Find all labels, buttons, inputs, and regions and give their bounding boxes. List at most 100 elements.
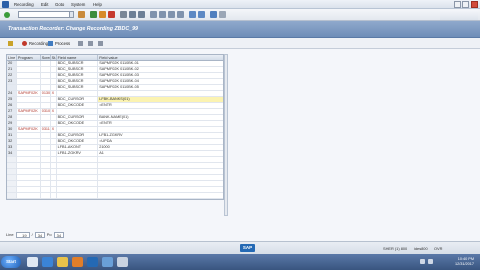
cell-program[interactable]: [17, 145, 41, 150]
cell-program[interactable]: [17, 73, 41, 78]
menu-recording[interactable]: Recording: [14, 2, 34, 7]
cell-line[interactable]: 23: [7, 79, 17, 84]
cell-screen[interactable]: 0311: [41, 127, 51, 132]
command-field[interactable]: [18, 11, 70, 18]
cell-screen[interactable]: [41, 139, 51, 144]
copy-button[interactable]: [88, 40, 93, 47]
cell-program[interactable]: SAPMF02K: [17, 91, 41, 96]
column-header-field-name[interactable]: Field name: [57, 55, 99, 60]
cell-program[interactable]: SAPMF02K: [17, 109, 41, 114]
cell-line[interactable]: 30: [7, 127, 17, 132]
cell-screen[interactable]: 0130: [41, 91, 51, 96]
cell-program[interactable]: [17, 85, 41, 90]
command-dropdown-icon[interactable]: [69, 11, 74, 18]
cell-screen[interactable]: [41, 97, 51, 102]
cell-value[interactable]: =UPDA: [98, 139, 223, 144]
cell-line[interactable]: 32: [7, 139, 17, 144]
help-icon[interactable]: [210, 11, 217, 18]
new-session-icon[interactable]: [189, 11, 196, 18]
find-icon[interactable]: [129, 11, 136, 18]
system-info[interactable]: SHER (1) 800: [383, 246, 407, 251]
app-taskbar-icon[interactable]: [117, 257, 128, 267]
cell-program[interactable]: [17, 79, 41, 84]
cell-value[interactable]: SAPMF02K 0110BK-02: [98, 67, 223, 72]
cell-program[interactable]: [17, 121, 41, 126]
sap-gui-taskbar-icon[interactable]: [102, 257, 113, 267]
menu-goto[interactable]: Goto: [55, 2, 64, 7]
cell-program[interactable]: [17, 67, 41, 72]
cell-value[interactable]: SAPMF02K 0110BK-01: [98, 61, 223, 66]
edit-pencil-button[interactable]: [8, 40, 13, 47]
cancel-icon[interactable]: [108, 11, 115, 18]
ie-taskbar-icon[interactable]: [42, 257, 53, 267]
explorer-taskbar-icon[interactable]: [27, 257, 38, 267]
column-header-line[interactable]: Line: [7, 55, 17, 60]
cell-field[interactable]: BDC_OKCODE: [57, 103, 99, 108]
table-scrollbar[interactable]: [224, 54, 228, 216]
cell-field[interactable]: BDC_CURSOR: [57, 97, 99, 102]
cell-line[interactable]: [7, 85, 17, 90]
shortcut-icon[interactable]: [198, 11, 205, 18]
cell-screen[interactable]: [41, 73, 51, 78]
print-icon[interactable]: [120, 11, 127, 18]
cell-value[interactable]: 21000: [98, 145, 223, 150]
folder-taskbar-icon[interactable]: [57, 257, 68, 267]
cell-field[interactable]: BDC_SUBSCR: [57, 67, 99, 72]
cell-field[interactable]: BDC_CURSOR: [57, 133, 99, 138]
cell-field[interactable]: [57, 127, 99, 132]
cell-value[interactable]: [98, 127, 223, 132]
cell-line[interactable]: 22: [7, 73, 17, 78]
cell-value[interactable]: SAPMF02K 0110BK-04: [98, 79, 223, 84]
back-icon[interactable]: [90, 11, 97, 18]
menu-help[interactable]: Help: [93, 2, 102, 7]
cell-field[interactable]: [57, 109, 99, 114]
minimize-icon[interactable]: [454, 1, 461, 8]
cell-screen[interactable]: [41, 103, 51, 108]
sap-window-icon[interactable]: [2, 1, 9, 8]
insert-mode[interactable]: OVR: [434, 246, 442, 251]
taskbar-clock[interactable]: 10:40 PM 12/31/2017: [455, 257, 474, 267]
process-button[interactable]: Process: [48, 40, 70, 47]
cell-screen[interactable]: [41, 115, 51, 120]
cell-value[interactable]: SAPMF02K 0110BK-05: [98, 85, 223, 90]
recording-button[interactable]: Recording: [22, 40, 48, 47]
cell-value[interactable]: [98, 109, 223, 114]
menu-edit[interactable]: Edit: [41, 2, 48, 7]
cell-screen[interactable]: [41, 61, 51, 66]
cell-line[interactable]: 24: [7, 91, 17, 96]
network-tray-icon[interactable]: [420, 259, 425, 264]
cell-field[interactable]: LFB1-AKONT: [57, 145, 99, 150]
media-taskbar-icon[interactable]: [72, 257, 83, 267]
first-page-icon[interactable]: [150, 11, 157, 18]
cell-screen[interactable]: [41, 133, 51, 138]
menu-system[interactable]: System: [71, 2, 85, 7]
cell-line[interactable]: 25: [7, 97, 17, 102]
column-header-screen[interactable]: Screen: [41, 55, 51, 60]
cell-program[interactable]: [17, 133, 41, 138]
cell-field[interactable]: BDC_OKCODE: [57, 139, 99, 144]
last-page-icon[interactable]: [177, 11, 184, 18]
line-number-field[interactable]: 19: [15, 231, 30, 238]
cell-field[interactable]: BDC_SUBSCR: [57, 85, 99, 90]
cell-field[interactable]: BDC_CURSOR: [57, 115, 99, 120]
insert-button[interactable]: [98, 40, 103, 47]
cell-screen[interactable]: [41, 145, 51, 150]
cell-line[interactable]: 21: [7, 67, 17, 72]
close-icon[interactable]: [471, 1, 478, 8]
next-page-icon[interactable]: [168, 11, 175, 18]
sap-logon-taskbar-icon[interactable]: [87, 257, 98, 267]
cell-field[interactable]: BDC_SUBSCR: [57, 73, 99, 78]
cell-value[interactable]: =ENTR: [98, 103, 223, 108]
cell-line[interactable]: 26: [7, 103, 17, 108]
cell-value[interactable]: LFBK-BANKS(01): [98, 97, 223, 102]
cell-screen[interactable]: [41, 79, 51, 84]
cell-program[interactable]: [17, 115, 41, 120]
cell-line[interactable]: 27: [7, 109, 17, 114]
cell-program[interactable]: [17, 97, 41, 102]
cell-field[interactable]: BDC_OKCODE: [57, 121, 99, 126]
cell-line[interactable]: 29: [7, 121, 17, 126]
exit-icon[interactable]: [99, 11, 106, 18]
column-header-program[interactable]: Program: [17, 55, 41, 60]
cell-line[interactable]: 34: [7, 151, 17, 156]
cell-value[interactable]: [98, 91, 223, 96]
